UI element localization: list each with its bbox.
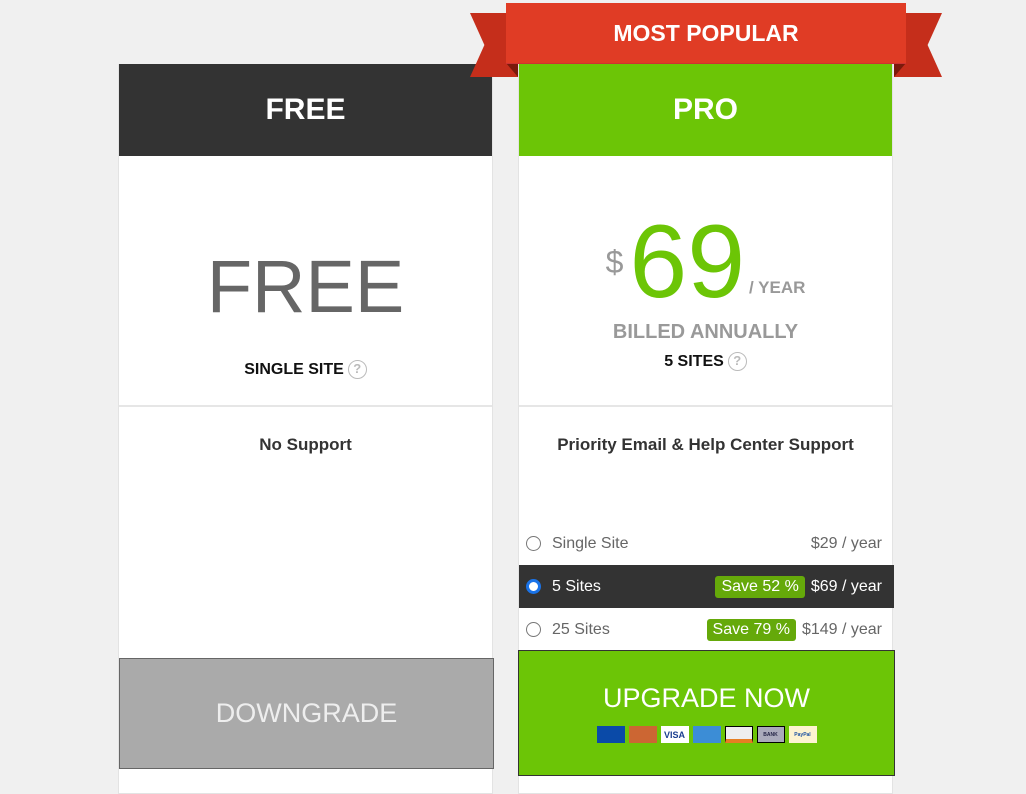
option-price: $29 / year (810, 534, 882, 552)
visa-icon: VISA (660, 726, 689, 743)
paypal-icon: PayPal (788, 726, 817, 743)
pro-sites-label: 5 SITES (664, 352, 724, 370)
option-price: $149 / year (801, 620, 882, 638)
save-badge: Save 52 % (715, 575, 805, 598)
amex-icon (692, 726, 721, 743)
maestro-icon (596, 726, 625, 743)
pro-support: Priority Email & Help Center Support (557, 435, 854, 454)
price-period: / YEAR (749, 278, 806, 297)
radio-button[interactable] (526, 536, 541, 551)
free-sites-label: SINGLE SITE (244, 360, 344, 378)
option-label: 5 Sites (552, 577, 601, 595)
pro-plan-column: PRO $ 69 / YEAR BILLED ANNUALLY 5 SITES … (518, 64, 895, 794)
plan-option[interactable]: 5 Sites Save 52 % $69 / year (519, 565, 894, 608)
free-sites: SINGLE SITE ? (119, 360, 492, 379)
free-support: No Support (259, 435, 352, 454)
bank-icon: BANK (756, 726, 785, 743)
most-popular-ribbon: MOST POPULAR (506, 3, 906, 63)
help-icon[interactable]: ? (727, 352, 747, 371)
mastercard-icon (628, 726, 657, 743)
free-price: FREE (206, 245, 405, 328)
upgrade-label: UPGRADE NOW (602, 683, 810, 713)
free-plan-column: FREE FREE SINGLE SITE ? No Support DOWNG… (118, 64, 494, 794)
pro-price: $ 69 / YEAR (519, 204, 892, 320)
plan-option[interactable]: 25 Sites Save 79 % $149 / year (519, 608, 894, 651)
save-badge: Save 79 % (706, 618, 796, 641)
pro-sites: 5 SITES ? (519, 352, 892, 371)
option-label: Single Site (552, 534, 629, 552)
price-amount: 69 (629, 204, 746, 320)
option-label: 25 Sites (552, 620, 610, 638)
pro-price-section: $ 69 / YEAR BILLED ANNUALLY 5 SITES ? (519, 156, 892, 407)
currency: $ (605, 244, 624, 280)
option-price: $69 / year (810, 577, 882, 595)
payment-icons: VISA BANK PayPal (596, 726, 817, 743)
radio-button[interactable] (526, 579, 541, 594)
pro-plan-title: PRO (519, 64, 892, 156)
billed-annually: BILLED ANNUALLY (612, 321, 799, 343)
downgrade-button[interactable]: DOWNGRADE (119, 658, 494, 769)
upgrade-now-button[interactable]: UPGRADE NOW VISA BANK PayPal (518, 650, 895, 776)
free-price-section: FREE SINGLE SITE ? (119, 156, 492, 407)
help-icon[interactable]: ? (347, 360, 367, 379)
radio-button[interactable] (526, 622, 541, 637)
free-plan-title: FREE (119, 64, 492, 156)
plan-option[interactable]: Single Site $29 / year (519, 522, 894, 565)
discover-icon (724, 726, 753, 743)
